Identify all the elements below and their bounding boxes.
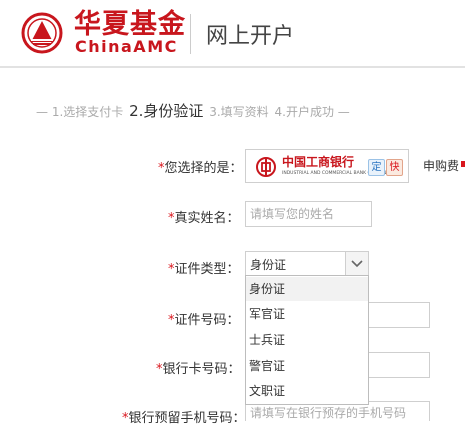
step-progress: — 1.选择支付卡 2.身份验证 3.填写资料 4.开户成功 — xyxy=(36,100,352,121)
step-4: 4.开户成功 — xyxy=(274,105,350,119)
site-header: 华夏基金 ChinaAMC 网上开户 xyxy=(0,0,465,66)
fee-label: 申购费 xyxy=(423,159,460,173)
chevron-down-icon xyxy=(351,260,363,268)
header-divider xyxy=(190,14,191,54)
card-number-label: *银行卡号码： xyxy=(156,362,241,377)
option-id-card[interactable]: 身份证 xyxy=(246,277,368,301)
icbc-logo-icon xyxy=(256,157,276,177)
select-dropdown-button[interactable] xyxy=(345,252,368,275)
id-type-dropdown: 身份证 军官证 士兵证 警官证 文职证 xyxy=(245,275,369,405)
step-1: — 1.选择支付卡 xyxy=(36,105,124,119)
bank-name: 中国工商银行 xyxy=(282,155,355,169)
name-label: *真实姓名： xyxy=(168,211,240,226)
brand-name-en: ChinaAMC xyxy=(75,37,178,56)
header-separator xyxy=(0,66,465,68)
step-2-active: 2.身份验证 xyxy=(129,102,204,120)
id-type-selected: 身份证 xyxy=(250,258,287,272)
tag-kuai-icon: 快 xyxy=(386,159,403,176)
page-title: 网上开户 xyxy=(206,24,295,49)
tag-ding-icon: 定 xyxy=(368,159,385,176)
id-type-label: *证件类型： xyxy=(168,262,240,277)
step-3: 3.填写资料 xyxy=(209,105,269,119)
real-name-input[interactable]: 请填写您的姓名 xyxy=(245,201,372,227)
phone-label: *银行预留手机号码： xyxy=(122,411,246,426)
option-military-officer[interactable]: 军官证 xyxy=(246,302,368,326)
id-type-select[interactable]: 身份证 xyxy=(245,251,369,276)
id-number-label: *证件号码： xyxy=(168,313,240,328)
bank-label: *您选择的是： xyxy=(158,161,243,176)
chinaamc-logo-icon xyxy=(21,12,63,54)
selected-bank-card[interactable]: 中国工商银行 INDUSTRIAL AND COMMERCIAL BANK OF… xyxy=(245,149,409,183)
option-police-officer[interactable]: 警官证 xyxy=(246,354,368,378)
fee-arrow-icon xyxy=(461,161,465,167)
option-soldier[interactable]: 士兵证 xyxy=(246,328,368,352)
option-civil-officer[interactable]: 文职证 xyxy=(246,379,368,403)
